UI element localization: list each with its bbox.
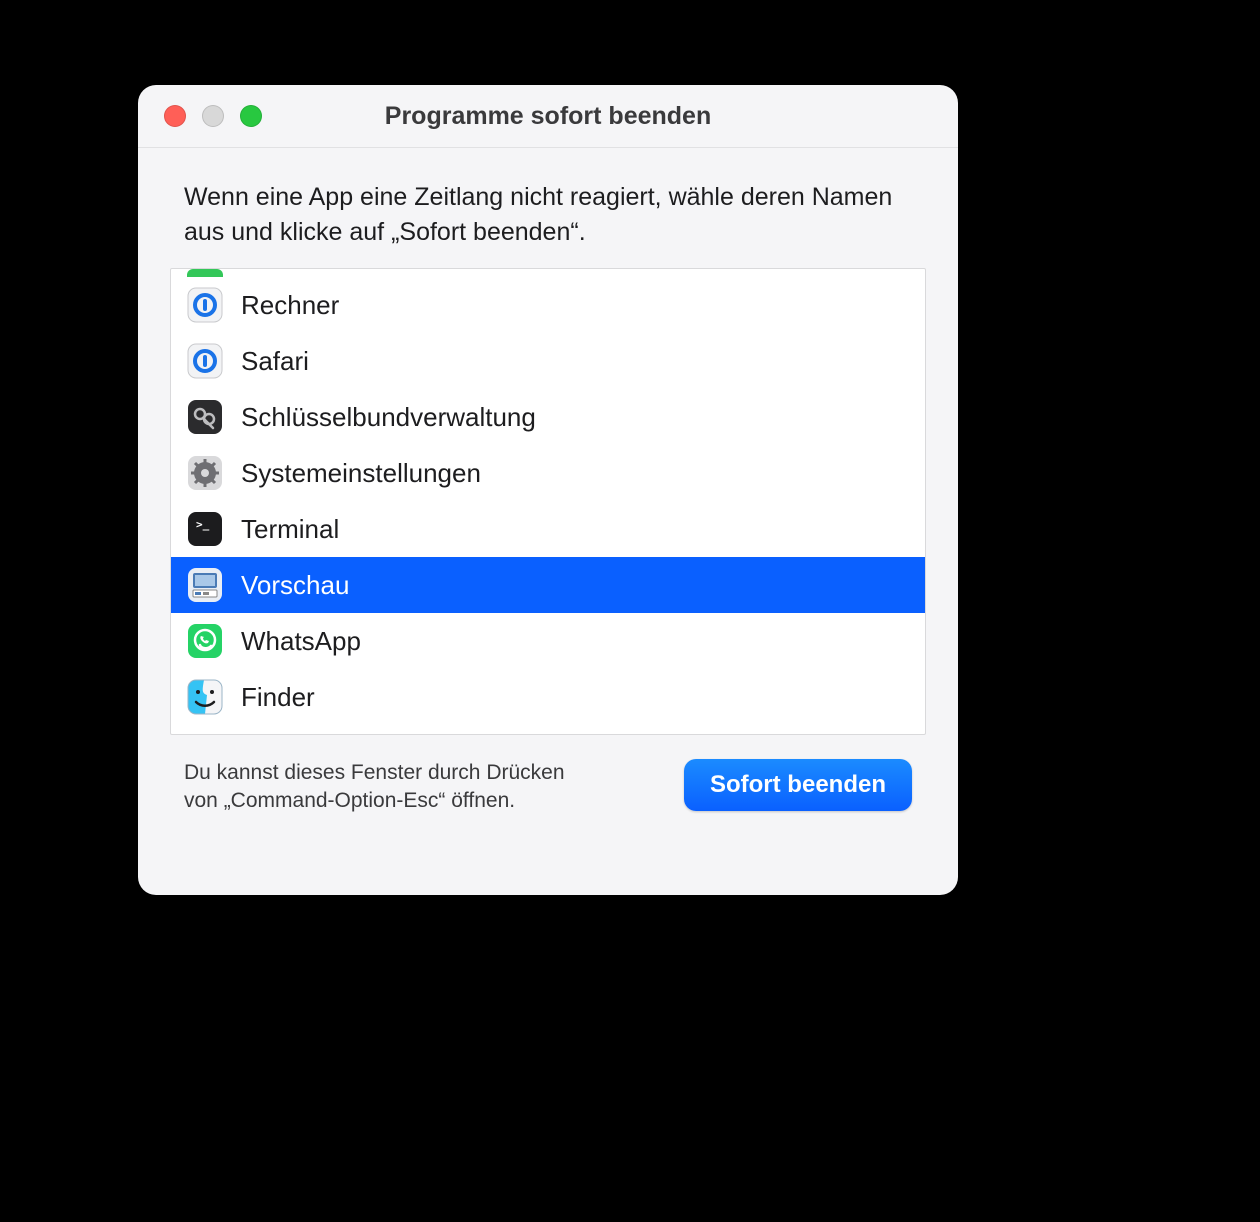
force-quit-button[interactable]: Sofort beenden bbox=[684, 759, 912, 811]
app-label: Terminal bbox=[241, 514, 339, 545]
app-row-terminal[interactable]: >_ Terminal bbox=[171, 501, 925, 557]
onepassword-icon bbox=[187, 287, 223, 323]
onepassword-icon bbox=[187, 343, 223, 379]
app-label: Rechner bbox=[241, 290, 339, 321]
preview-icon bbox=[187, 567, 223, 603]
app-row-rechner[interactable]: Rechner bbox=[171, 277, 925, 333]
app-list[interactable]: Rechner Safari Schlüsselbundverwaltung S… bbox=[170, 268, 926, 735]
svg-text:>_: >_ bbox=[196, 518, 210, 531]
close-window-button[interactable] bbox=[164, 105, 186, 127]
app-row-finder[interactable]: Finder bbox=[171, 669, 925, 725]
keychain-icon bbox=[187, 399, 223, 435]
app-row-settings[interactable]: Systemeinstellungen bbox=[171, 445, 925, 501]
titlebar: Programme sofort beenden bbox=[138, 85, 958, 148]
minimize-window-button[interactable] bbox=[202, 105, 224, 127]
app-label: WhatsApp bbox=[241, 626, 361, 657]
finder-icon bbox=[187, 679, 223, 715]
app-row-safari[interactable]: Safari bbox=[171, 333, 925, 389]
partial-row-above bbox=[187, 269, 223, 277]
app-label: Schlüsselbundverwaltung bbox=[241, 402, 536, 433]
shortcut-hint: Du kannst dieses Fenster durch Drücken v… bbox=[184, 759, 604, 816]
app-row-vorschau[interactable]: Vorschau bbox=[171, 557, 925, 613]
terminal-icon: >_ bbox=[187, 511, 223, 547]
app-label: Vorschau bbox=[241, 570, 349, 601]
zoom-window-button[interactable] bbox=[240, 105, 262, 127]
app-label: Safari bbox=[241, 346, 309, 377]
whatsapp-icon bbox=[187, 623, 223, 659]
instruction-text: Wenn eine App eine Zeitlang nicht reagie… bbox=[184, 180, 912, 250]
app-label: Systemeinstellungen bbox=[241, 458, 481, 489]
app-label: Finder bbox=[241, 682, 315, 713]
app-row-keychain[interactable]: Schlüsselbundverwaltung bbox=[171, 389, 925, 445]
force-quit-window: Programme sofort beenden Wenn eine App e… bbox=[138, 85, 958, 895]
window-controls bbox=[138, 105, 262, 127]
app-row-whatsapp[interactable]: WhatsApp bbox=[171, 613, 925, 669]
settings-icon bbox=[187, 455, 223, 491]
